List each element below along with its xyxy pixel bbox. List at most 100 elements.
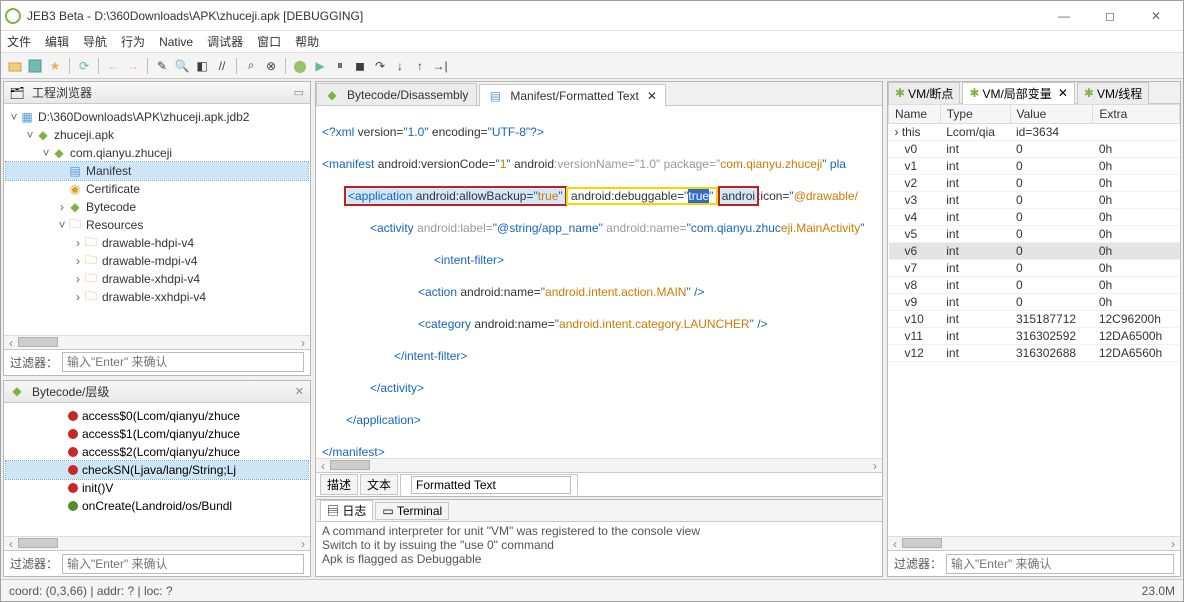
- cell: v7: [889, 260, 941, 277]
- menu-edit[interactable]: 编辑: [45, 33, 69, 50]
- close-button[interactable]: ✕: [1133, 1, 1179, 31]
- tree-hscroll[interactable]: ‹›: [4, 335, 310, 349]
- step-over-icon[interactable]: ↷: [372, 58, 388, 74]
- menu-native[interactable]: Native: [159, 35, 193, 49]
- variables-table[interactable]: Name Type Value Extra › thisLcom/qiaid=3…: [888, 104, 1180, 536]
- refresh-icon[interactable]: ⟳: [76, 58, 92, 74]
- outline-item[interactable]: access$2(Lcom/qianyu/zhuce: [6, 443, 308, 461]
- star-icon[interactable]: ★: [47, 58, 63, 74]
- project-tree[interactable]: ˅▦D:\360Downloads\APK\zhuceji.apk.jdb2 ˅…: [4, 104, 310, 335]
- vmtab-locals[interactable]: ✱VM/局部变量✕: [962, 82, 1074, 104]
- table-row[interactable]: v8int00h: [889, 277, 1180, 294]
- outline-item-label: init()V: [82, 481, 113, 495]
- table-row[interactable]: › thisLcom/qiaid=3634: [889, 124, 1180, 141]
- editor-hscroll[interactable]: ‹›: [316, 458, 882, 472]
- pause-icon[interactable]: ⏸: [332, 58, 348, 74]
- menu-help[interactable]: 帮助: [295, 33, 319, 50]
- outline-item[interactable]: access$1(Lcom/qianyu/zhuce: [6, 425, 308, 443]
- formatted-text-input[interactable]: [411, 476, 571, 494]
- btab-text[interactable]: 文本: [360, 474, 398, 495]
- tree-cert[interactable]: Certificate: [86, 182, 140, 196]
- table-row[interactable]: v2int00h: [889, 175, 1180, 192]
- table-row[interactable]: v7int00h: [889, 260, 1180, 277]
- minimize-button[interactable]: —: [1041, 1, 1087, 31]
- code-editor[interactable]: <?xml version="1.0" encoding="UTF-8"?> <…: [316, 106, 882, 458]
- outline-item[interactable]: init()V: [6, 479, 308, 497]
- close-tab-icon[interactable]: ✕: [1058, 86, 1068, 100]
- btab-desc[interactable]: 描述: [320, 474, 358, 495]
- package-icon: ◆: [52, 146, 66, 160]
- vmtab-threads[interactable]: ✱VM/线程: [1077, 82, 1149, 104]
- table-row[interactable]: v10int31518771212C96200h: [889, 311, 1180, 328]
- outline-filter-input[interactable]: [62, 554, 304, 574]
- outline-item[interactable]: checkSN(Ljava/lang/String;Lj: [6, 461, 308, 479]
- table-row[interactable]: v5int00h: [889, 226, 1180, 243]
- col-type[interactable]: Type: [940, 105, 1010, 124]
- table-row[interactable]: v0int00h: [889, 141, 1180, 158]
- project-filter-input[interactable]: [62, 352, 304, 372]
- tree-res3[interactable]: drawable-xxhdpi-v4: [102, 290, 206, 304]
- tree-bytecode[interactable]: Bytecode: [86, 200, 136, 214]
- vartable-filter-input[interactable]: [946, 554, 1174, 574]
- run-to-icon[interactable]: →|: [432, 58, 448, 74]
- bytecode-icon: ◆: [68, 200, 82, 214]
- outline-hscroll[interactable]: ‹›: [4, 536, 310, 550]
- search-icon[interactable]: ⌕: [243, 58, 259, 74]
- tree-resources[interactable]: Resources: [86, 218, 143, 232]
- menu-file[interactable]: 文件: [7, 33, 31, 50]
- tree-manifest[interactable]: Manifest: [86, 164, 131, 178]
- maximize-button[interactable]: ◻: [1087, 1, 1133, 31]
- tree-pkg[interactable]: com.qianyu.zhuceji: [70, 146, 172, 160]
- open-icon[interactable]: [7, 58, 23, 74]
- save-icon[interactable]: [27, 58, 43, 74]
- log-output[interactable]: A command interpreter for unit "VM" was …: [316, 522, 882, 576]
- comment-icon[interactable]: //: [214, 58, 230, 74]
- edit-icon[interactable]: ✎: [154, 58, 170, 74]
- terminal-tab[interactable]: ▭ Terminal: [375, 502, 449, 520]
- menu-window[interactable]: 窗口: [257, 33, 281, 50]
- xref-icon[interactable]: ⊗: [263, 58, 279, 74]
- menu-debugger[interactable]: 调试器: [207, 33, 243, 50]
- private-method-icon: [68, 483, 78, 493]
- table-row[interactable]: v6int00h: [889, 243, 1180, 260]
- bookmark-icon[interactable]: ◧: [194, 58, 210, 74]
- tab-manifest[interactable]: ▤Manifest/Formatted Text✕: [479, 84, 666, 106]
- stop-icon[interactable]: ◼: [352, 58, 368, 74]
- col-name[interactable]: Name: [889, 105, 941, 124]
- tree-res0[interactable]: drawable-hdpi-v4: [102, 236, 194, 250]
- run-icon[interactable]: ▶: [312, 58, 328, 74]
- toolbar: ★ ⟳ ← → ✎ 🔍 ◧ // ⌕ ⊗ ⬤ ▶ ⏸ ◼ ↷ ↓ ↑ →|: [1, 53, 1183, 79]
- tree-root[interactable]: D:\360Downloads\APK\zhuceji.apk.jdb2: [38, 110, 249, 124]
- tree-res1[interactable]: drawable-mdpi-v4: [102, 254, 197, 268]
- table-row[interactable]: v11int31630259212DA6500h: [889, 328, 1180, 345]
- table-row[interactable]: v12int31630268812DA6560h: [889, 345, 1180, 362]
- step-out-icon[interactable]: ↑: [412, 58, 428, 74]
- minimize-pane-icon[interactable]: ▭: [294, 86, 304, 99]
- table-row[interactable]: v4int00h: [889, 209, 1180, 226]
- tab-bytecode[interactable]: ◆Bytecode/Disassembly: [316, 83, 477, 105]
- log-tab[interactable]: ▤ 日志: [320, 500, 373, 521]
- table-row[interactable]: v9int00h: [889, 294, 1180, 311]
- table-row[interactable]: v3int00h: [889, 192, 1180, 209]
- cell: 316302592: [1010, 328, 1093, 345]
- close-pane-icon[interactable]: ✕: [295, 385, 304, 398]
- col-value[interactable]: Value: [1010, 105, 1093, 124]
- forward-icon[interactable]: →: [125, 58, 141, 74]
- vartable-hscroll[interactable]: ‹›: [888, 536, 1180, 550]
- outline-item[interactable]: onCreate(Landroid/os/Bundl: [6, 497, 308, 515]
- tree-res2[interactable]: drawable-xhdpi-v4: [102, 272, 200, 286]
- tree-apk[interactable]: zhuceji.apk: [54, 128, 114, 142]
- menu-nav[interactable]: 导航: [83, 33, 107, 50]
- find-icon[interactable]: 🔍: [174, 58, 190, 74]
- btab-formatted[interactable]: [400, 474, 578, 496]
- step-into-icon[interactable]: ↓: [392, 58, 408, 74]
- table-row[interactable]: v1int00h: [889, 158, 1180, 175]
- close-tab-icon[interactable]: ✕: [647, 89, 657, 103]
- col-extra[interactable]: Extra: [1093, 105, 1180, 124]
- menu-action[interactable]: 行为: [121, 33, 145, 50]
- debug-icon[interactable]: ⬤: [292, 58, 308, 74]
- back-icon[interactable]: ←: [105, 58, 121, 74]
- outline-item[interactable]: access$0(Lcom/qianyu/zhuce: [6, 407, 308, 425]
- outline-list[interactable]: access$0(Lcom/qianyu/zhuceaccess$1(Lcom/…: [4, 403, 310, 536]
- vmtab-breakpoints[interactable]: ✱VM/断点: [888, 82, 960, 104]
